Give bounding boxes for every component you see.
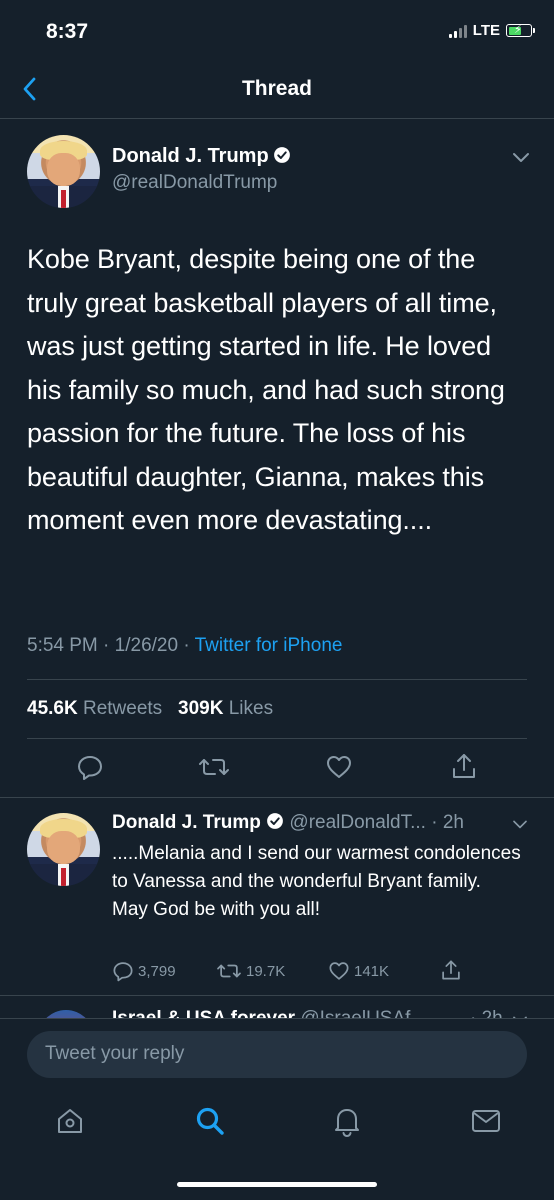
tab-messages[interactable]: [471, 1108, 501, 1139]
author-handle[interactable]: @realDonaldT...: [289, 812, 426, 833]
tweet-stats: 45.6K Retweets 309K Likes: [27, 698, 273, 720]
tab-home[interactable]: [55, 1106, 85, 1141]
more-options-button[interactable]: [511, 150, 531, 169]
chevron-down-icon: [513, 153, 529, 162]
home-indicator: [177, 1182, 377, 1187]
chevron-down-icon: [513, 820, 527, 829]
reply-tweet-header: Donald J. Trump @realDonaldT... · 2h: [112, 812, 532, 834]
like-button[interactable]: [325, 753, 353, 786]
tweet-age: · 2h: [470, 1008, 503, 1018]
signal-icon: [448, 24, 467, 38]
tab-search[interactable]: [194, 1105, 226, 1142]
bell-icon: [335, 1109, 359, 1138]
verified-icon: [274, 147, 291, 163]
next-tweet-header: Israel & USA forever @IsraelUSAf...: [112, 1008, 426, 1018]
next-tweet-peek[interactable]: Israel & USA forever @IsraelUSAf... · 2h: [0, 1000, 554, 1018]
battery-icon: ⚡: [506, 24, 535, 37]
tweet-text: .....Melania and I send our warmest cond…: [112, 843, 521, 920]
retweet-icon: [217, 964, 241, 978]
tweet-time: 5:54 PM: [27, 635, 98, 656]
share-icon: [442, 960, 460, 980]
status-time: 8:37: [46, 20, 89, 43]
reply-button[interactable]: [76, 753, 104, 786]
tweet-text: Kobe Bryant, despite being one of the tr…: [27, 244, 505, 535]
avatar[interactable]: [27, 135, 100, 208]
author-handle: @IsraelUSAf...: [300, 1008, 426, 1018]
retweet-button[interactable]: 19.7K: [216, 960, 285, 982]
reply-button[interactable]: 3,799: [112, 960, 176, 982]
nav-bar: Thread: [0, 60, 554, 119]
tab-notifications[interactable]: [333, 1105, 361, 1142]
like-button[interactable]: 141K: [328, 960, 389, 982]
likes-stat[interactable]: 309K Likes: [178, 698, 273, 719]
network-label: LTE: [472, 22, 500, 39]
author-header: Donald J. Trump: [112, 145, 291, 168]
share-button[interactable]: [440, 958, 462, 982]
search-icon: [196, 1107, 224, 1135]
divider: [27, 679, 527, 680]
reply-icon: [78, 756, 102, 780]
tweet-date: 1/26/20: [114, 635, 179, 656]
more-options-button[interactable]: [511, 817, 529, 835]
verified-icon: [267, 813, 284, 829]
divider: [0, 797, 554, 798]
author-name: Israel & USA forever: [112, 1008, 295, 1018]
author-name[interactable]: Donald J. Trump: [112, 145, 269, 167]
divider: [27, 738, 527, 739]
retweet-icon: [199, 759, 229, 775]
status-indicators: LTE ⚡: [448, 22, 535, 39]
tweet-source-link[interactable]: Twitter for iPhone: [195, 635, 343, 656]
tweet-age: · 2h: [431, 812, 464, 833]
retweet-button[interactable]: [198, 753, 230, 786]
page-title: Thread: [241, 77, 312, 100]
author-handle[interactable]: @realDonaldTrump: [112, 172, 277, 194]
share-button[interactable]: [450, 751, 478, 786]
mail-icon: [472, 1110, 500, 1132]
reply-input-placeholder: Tweet your reply: [45, 1043, 185, 1064]
home-icon: [58, 1109, 82, 1133]
reply-count: 3,799: [138, 962, 176, 980]
avatar[interactable]: [27, 813, 100, 886]
share-icon: [453, 754, 475, 778]
heart-icon: [327, 756, 351, 778]
retweets-stat[interactable]: 45.6K Retweets: [27, 698, 162, 719]
heart-icon: [329, 962, 349, 980]
author-name[interactable]: Donald J. Trump: [112, 812, 261, 833]
divider: [0, 1018, 554, 1019]
retweet-count: 19.7K: [246, 962, 286, 980]
divider: [0, 995, 554, 996]
avatar: [38, 1010, 94, 1018]
like-count: 141K: [354, 962, 390, 980]
tweet-meta: 5:54 PM · 1/26/20 · Twitter for iPhone: [27, 635, 343, 656]
reply-input[interactable]: Tweet your reply: [27, 1031, 527, 1078]
reply-icon: [113, 962, 133, 982]
